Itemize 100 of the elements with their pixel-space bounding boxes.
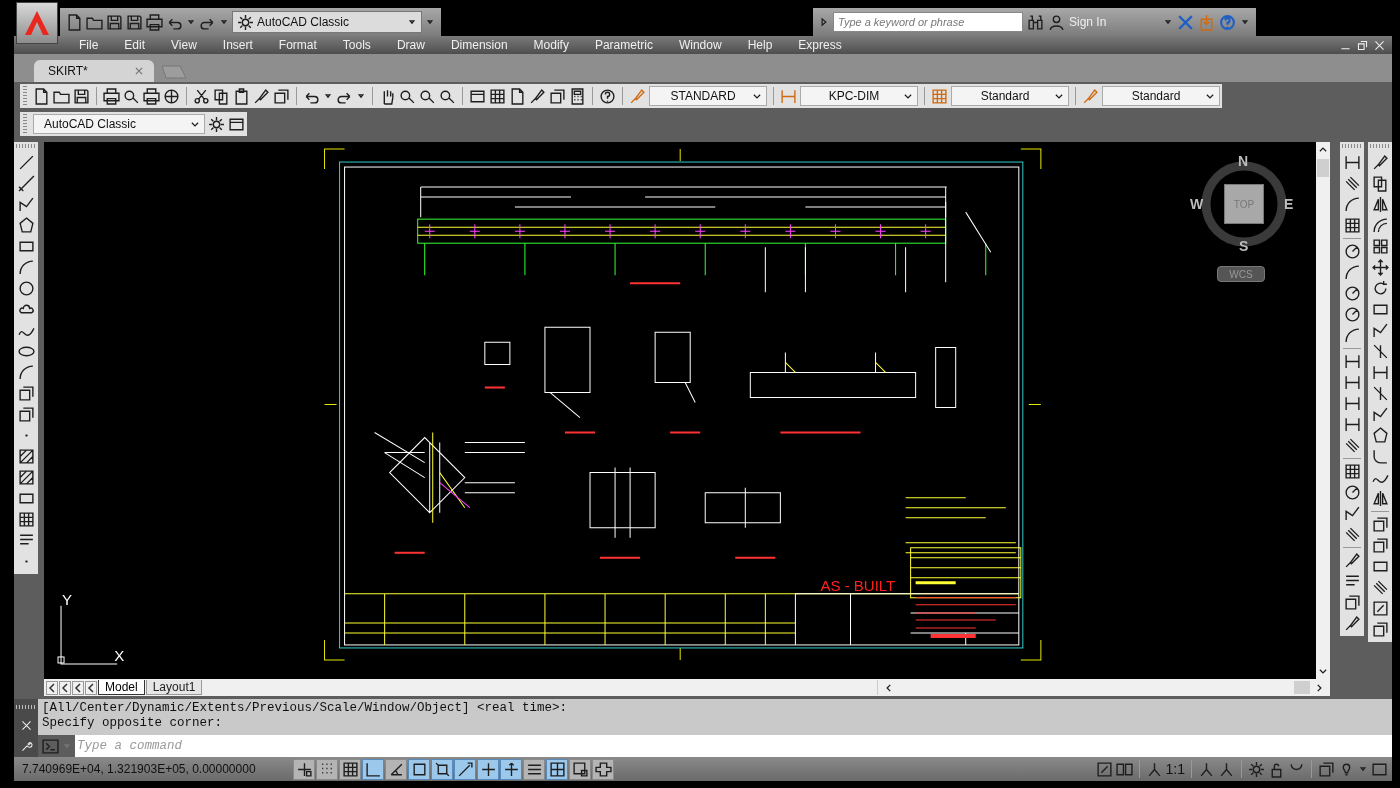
workspace-dropdown[interactable]: AutoCAD Classic xyxy=(33,114,205,134)
style-dropdown[interactable]: Standard xyxy=(951,86,1069,106)
hatch-icon[interactable] xyxy=(17,469,35,486)
fillet-icon[interactable] xyxy=(1371,448,1389,465)
close-icon[interactable] xyxy=(1373,38,1386,52)
arc-icon[interactable] xyxy=(1343,327,1361,344)
brush-icon[interactable] xyxy=(529,87,546,105)
radius-icon[interactable] xyxy=(1343,306,1361,323)
calculator-icon[interactable] xyxy=(569,87,586,105)
arc-icon[interactable] xyxy=(17,259,35,276)
vertical-scrollbar[interactable] xyxy=(1316,142,1330,679)
help-icon[interactable] xyxy=(599,87,616,105)
coordinates-readout[interactable]: 7.740969E+04, 1.321903E+05, 0.00000000 xyxy=(18,762,290,776)
wrench-icon[interactable] xyxy=(19,740,33,753)
layout-tab[interactable]: Model xyxy=(98,680,145,695)
snap-toggle[interactable] xyxy=(316,758,338,780)
scissors-icon[interactable] xyxy=(193,87,210,105)
compass-label[interactable]: W xyxy=(1190,197,1204,211)
polyline-icon[interactable] xyxy=(17,196,35,213)
dimension-aligned-icon[interactable] xyxy=(1371,579,1389,596)
radius-icon[interactable] xyxy=(1343,285,1361,302)
compass-label[interactable]: S xyxy=(1239,239,1249,253)
style-dropdown[interactable]: Standard xyxy=(1102,86,1220,106)
polygon-icon[interactable] xyxy=(1371,427,1389,444)
caret-icon[interactable] xyxy=(356,91,366,101)
printer-icon[interactable] xyxy=(103,87,120,105)
menu-item[interactable]: Draw xyxy=(385,38,436,52)
brush-icon[interactable] xyxy=(1343,552,1361,569)
gear-icon[interactable] xyxy=(208,115,225,133)
page-icon[interactable] xyxy=(509,87,526,105)
arc-icon[interactable] xyxy=(1343,196,1361,213)
dimension-linear-icon[interactable] xyxy=(1343,154,1361,171)
close-icon[interactable] xyxy=(134,66,144,76)
printer-icon[interactable] xyxy=(143,87,160,105)
clipboard-icon[interactable] xyxy=(233,87,250,105)
document-tab[interactable]: SKIRT* xyxy=(34,60,154,82)
arc-icon[interactable] xyxy=(17,364,35,381)
dimension-linear-icon[interactable] xyxy=(1343,395,1361,412)
compass-label[interactable]: N xyxy=(1238,154,1249,168)
brush-icon[interactable] xyxy=(253,87,270,105)
dimension-linear-icon[interactable] xyxy=(1343,416,1361,433)
offset-icon[interactable] xyxy=(1371,217,1389,234)
caret-icon[interactable] xyxy=(186,17,196,27)
navigation-arrow-icon[interactable] xyxy=(59,680,71,695)
line-icon[interactable] xyxy=(17,154,35,171)
menu-item[interactable]: Modify xyxy=(522,38,580,52)
dimension-linear-icon[interactable] xyxy=(1371,364,1389,381)
copy-icon[interactable] xyxy=(1371,175,1389,192)
rotate-icon[interactable] xyxy=(1371,280,1389,297)
viewports-icon[interactable] xyxy=(1115,760,1133,778)
grid-icon[interactable] xyxy=(489,87,506,105)
menu-item[interactable]: Parametric xyxy=(583,38,664,52)
restore-icon[interactable] xyxy=(1356,38,1369,52)
menu-item[interactable]: Edit xyxy=(113,38,157,52)
menu-item[interactable]: Dimension xyxy=(439,38,519,52)
polyline-icon[interactable] xyxy=(1371,322,1389,339)
brush-icon[interactable] xyxy=(1343,615,1361,632)
mirror-icon[interactable] xyxy=(1371,196,1389,213)
page-icon[interactable] xyxy=(66,13,83,31)
menu-item[interactable]: Insert xyxy=(211,38,264,52)
brush-icon[interactable] xyxy=(1371,154,1389,171)
grid-icon[interactable] xyxy=(1343,217,1361,234)
caret-icon[interactable] xyxy=(1240,17,1250,27)
sign-in-link[interactable]: Sign In xyxy=(1069,15,1159,29)
caret-icon[interactable] xyxy=(1163,17,1173,27)
triangle-right-icon[interactable] xyxy=(819,17,829,27)
array-icon[interactable] xyxy=(1371,238,1389,255)
page-icon[interactable] xyxy=(33,87,50,105)
mirror-icon[interactable] xyxy=(1371,490,1389,507)
menu-item[interactable]: File xyxy=(68,38,110,52)
style-dropdown[interactable]: KPC-DIM xyxy=(800,86,918,106)
trim-icon[interactable] xyxy=(1371,385,1389,402)
navigation-arrow-icon[interactable] xyxy=(46,680,58,695)
compass-label[interactable]: E xyxy=(1284,197,1294,211)
menu-item[interactable]: View xyxy=(160,38,208,52)
prompt-icon[interactable] xyxy=(42,737,59,755)
dimension-linear-icon[interactable] xyxy=(1343,374,1361,391)
move-icon[interactable] xyxy=(1371,259,1389,276)
menu-item[interactable]: Express xyxy=(787,38,853,52)
chevron-up-icon[interactable] xyxy=(1318,145,1328,155)
grid-icon[interactable] xyxy=(17,511,35,528)
binoculars-icon[interactable] xyxy=(1027,13,1044,31)
chevron-down-icon[interactable] xyxy=(1318,666,1328,676)
copy-icon[interactable] xyxy=(213,87,230,105)
scroll-thumb[interactable] xyxy=(1294,681,1310,694)
arc-icon[interactable] xyxy=(1343,264,1361,281)
workspace-dropdown[interactable]: AutoCAD Classic xyxy=(232,11,422,33)
polygon-icon[interactable] xyxy=(17,217,35,234)
construction-line-icon[interactable] xyxy=(17,175,35,192)
application-menu-button[interactable] xyxy=(16,2,58,44)
window-icon[interactable] xyxy=(469,87,486,105)
menu-item[interactable]: Help xyxy=(736,38,784,52)
layout-tab[interactable]: Layout1 xyxy=(145,680,203,695)
dimension-aligned-icon[interactable] xyxy=(1343,437,1361,454)
caret-icon[interactable] xyxy=(219,17,229,27)
navigation-arrow-icon[interactable] xyxy=(85,680,97,695)
annotation-scale[interactable]: 1:1 xyxy=(1165,761,1185,777)
grid-icon[interactable] xyxy=(1343,463,1361,480)
command-input[interactable]: Type a command xyxy=(75,735,1392,757)
dimension-linear-icon[interactable] xyxy=(1343,353,1361,370)
